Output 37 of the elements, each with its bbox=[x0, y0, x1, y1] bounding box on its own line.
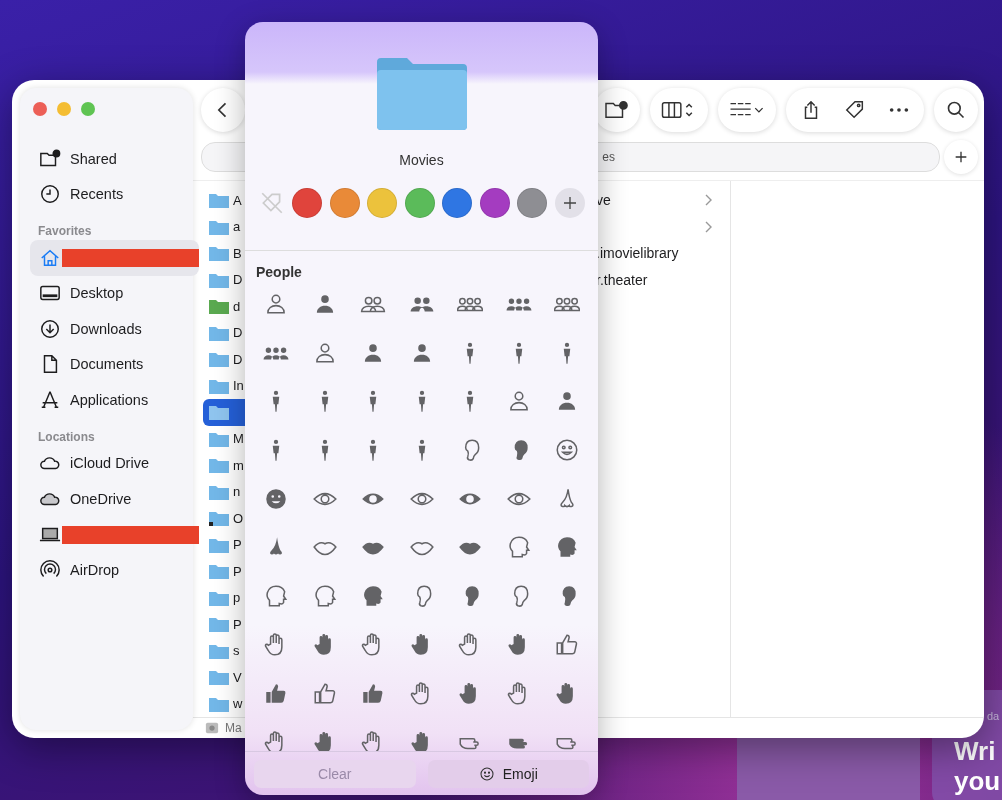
file-name: D bbox=[233, 351, 243, 367]
file-name: d bbox=[233, 298, 241, 314]
sidebar-label: OneDrive bbox=[70, 490, 132, 507]
sidebar-label: Shared bbox=[70, 150, 117, 167]
folder-name: Movies bbox=[399, 152, 444, 168]
file-name: V bbox=[233, 669, 242, 685]
sidebar-heading: Favorites bbox=[37, 223, 93, 240]
file-name: In bbox=[233, 378, 244, 394]
widget-text: you bbox=[954, 766, 1001, 796]
path-bar-text: Ma bbox=[225, 721, 242, 735]
sidebar-label: Downloads bbox=[70, 320, 142, 337]
sidebar-label: Documents bbox=[70, 356, 144, 373]
file-name: D bbox=[233, 325, 243, 341]
file-name: A bbox=[233, 192, 242, 208]
file-name: D bbox=[233, 272, 243, 288]
file-name: P bbox=[233, 563, 242, 579]
file-name: a bbox=[233, 219, 241, 235]
sidebar-label: Applications bbox=[70, 391, 149, 408]
sidebar-heading: Locations bbox=[37, 428, 96, 446]
file-name: P bbox=[233, 537, 242, 553]
file-name: n bbox=[233, 484, 241, 500]
sidebar-label: iCloud Drive bbox=[70, 455, 149, 472]
sidebar-label: Desktop bbox=[70, 285, 124, 302]
file-name: P bbox=[233, 616, 242, 632]
file-name: .imovielibrary bbox=[596, 245, 679, 262]
widget-text: da bbox=[987, 710, 1000, 722]
file-name: s bbox=[233, 643, 240, 659]
file-name: M bbox=[233, 431, 244, 447]
sidebar-label: Recents bbox=[70, 186, 124, 203]
file-name: w bbox=[233, 696, 243, 712]
sidebar-label: AirDrop bbox=[70, 561, 120, 578]
widget-text: Wri bbox=[954, 736, 996, 766]
file-name: B bbox=[233, 245, 242, 261]
file-name: m bbox=[233, 457, 244, 473]
file-name: O bbox=[233, 510, 244, 526]
file-name: p bbox=[233, 590, 241, 606]
section-heading: People bbox=[255, 263, 303, 280]
